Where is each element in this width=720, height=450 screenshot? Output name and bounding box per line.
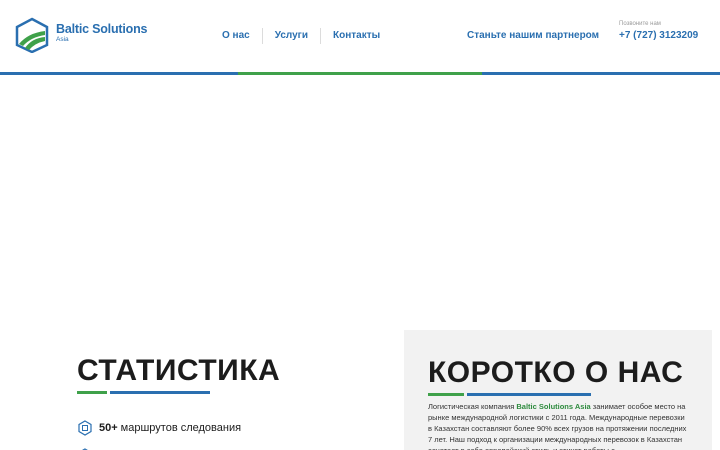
statistics-section: СТАТИСТИКА 50+ маршрутов следования: [0, 330, 404, 450]
about-paragraph: Логистическая компания Baltic Solutions …: [428, 401, 690, 450]
underline-blue: [110, 391, 210, 394]
logo[interactable]: Baltic Solutions Asia: [14, 17, 147, 53]
header-line-segment: [238, 72, 482, 75]
underline-blue: [467, 393, 591, 396]
about-title: КОРОТКО О НАС: [428, 356, 684, 389]
header-divider-line: [0, 72, 720, 75]
about-section: КОРОТКО О НАС Логистическая компания Bal…: [404, 330, 712, 450]
about-text-prefix: Логистическая компания: [428, 402, 517, 411]
stat-text: маршрутов следования: [120, 422, 242, 434]
title-underline: [77, 391, 213, 394]
route-hexagon-icon: [78, 420, 92, 436]
nav-item-about[interactable]: О нас: [210, 28, 262, 44]
title-underline: [428, 393, 594, 396]
header-line-segment: [482, 72, 720, 75]
logo-sub: Asia: [56, 35, 69, 43]
phone-label: Позвоните нам: [619, 21, 661, 27]
underline-green: [77, 391, 107, 394]
underline-green: [428, 393, 464, 396]
logo-name: Baltic Solutions: [56, 22, 148, 36]
about-company-name: Baltic Solutions Asia: [516, 402, 591, 411]
nav-item-contacts[interactable]: Контакты: [321, 28, 392, 44]
phone-link[interactable]: +7 (727) 3123209: [619, 30, 698, 41]
become-partner-link[interactable]: Станьте нашим партнером: [467, 30, 599, 41]
nav-item-services[interactable]: Услуги: [263, 28, 320, 44]
header-line-segment: [0, 72, 238, 75]
site-header: Baltic Solutions Asia О нас Услуги Конта…: [0, 0, 720, 72]
stat-item: 50+ маршрутов следования: [77, 420, 241, 436]
main-nav: О нас Услуги Контакты: [210, 28, 392, 44]
stat-number: 50+: [99, 422, 118, 434]
statistics-title: СТАТИСТИКА: [77, 354, 281, 387]
logo-icon: [15, 17, 49, 53]
